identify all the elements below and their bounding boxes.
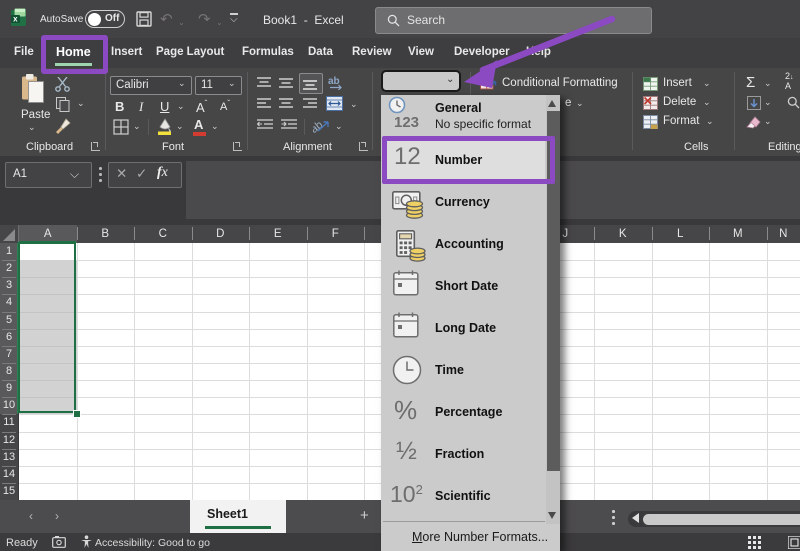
svg-text:x: x [13,15,18,24]
svg-text:123: 123 [394,114,419,130]
svg-text:ab: ab [328,76,340,87]
